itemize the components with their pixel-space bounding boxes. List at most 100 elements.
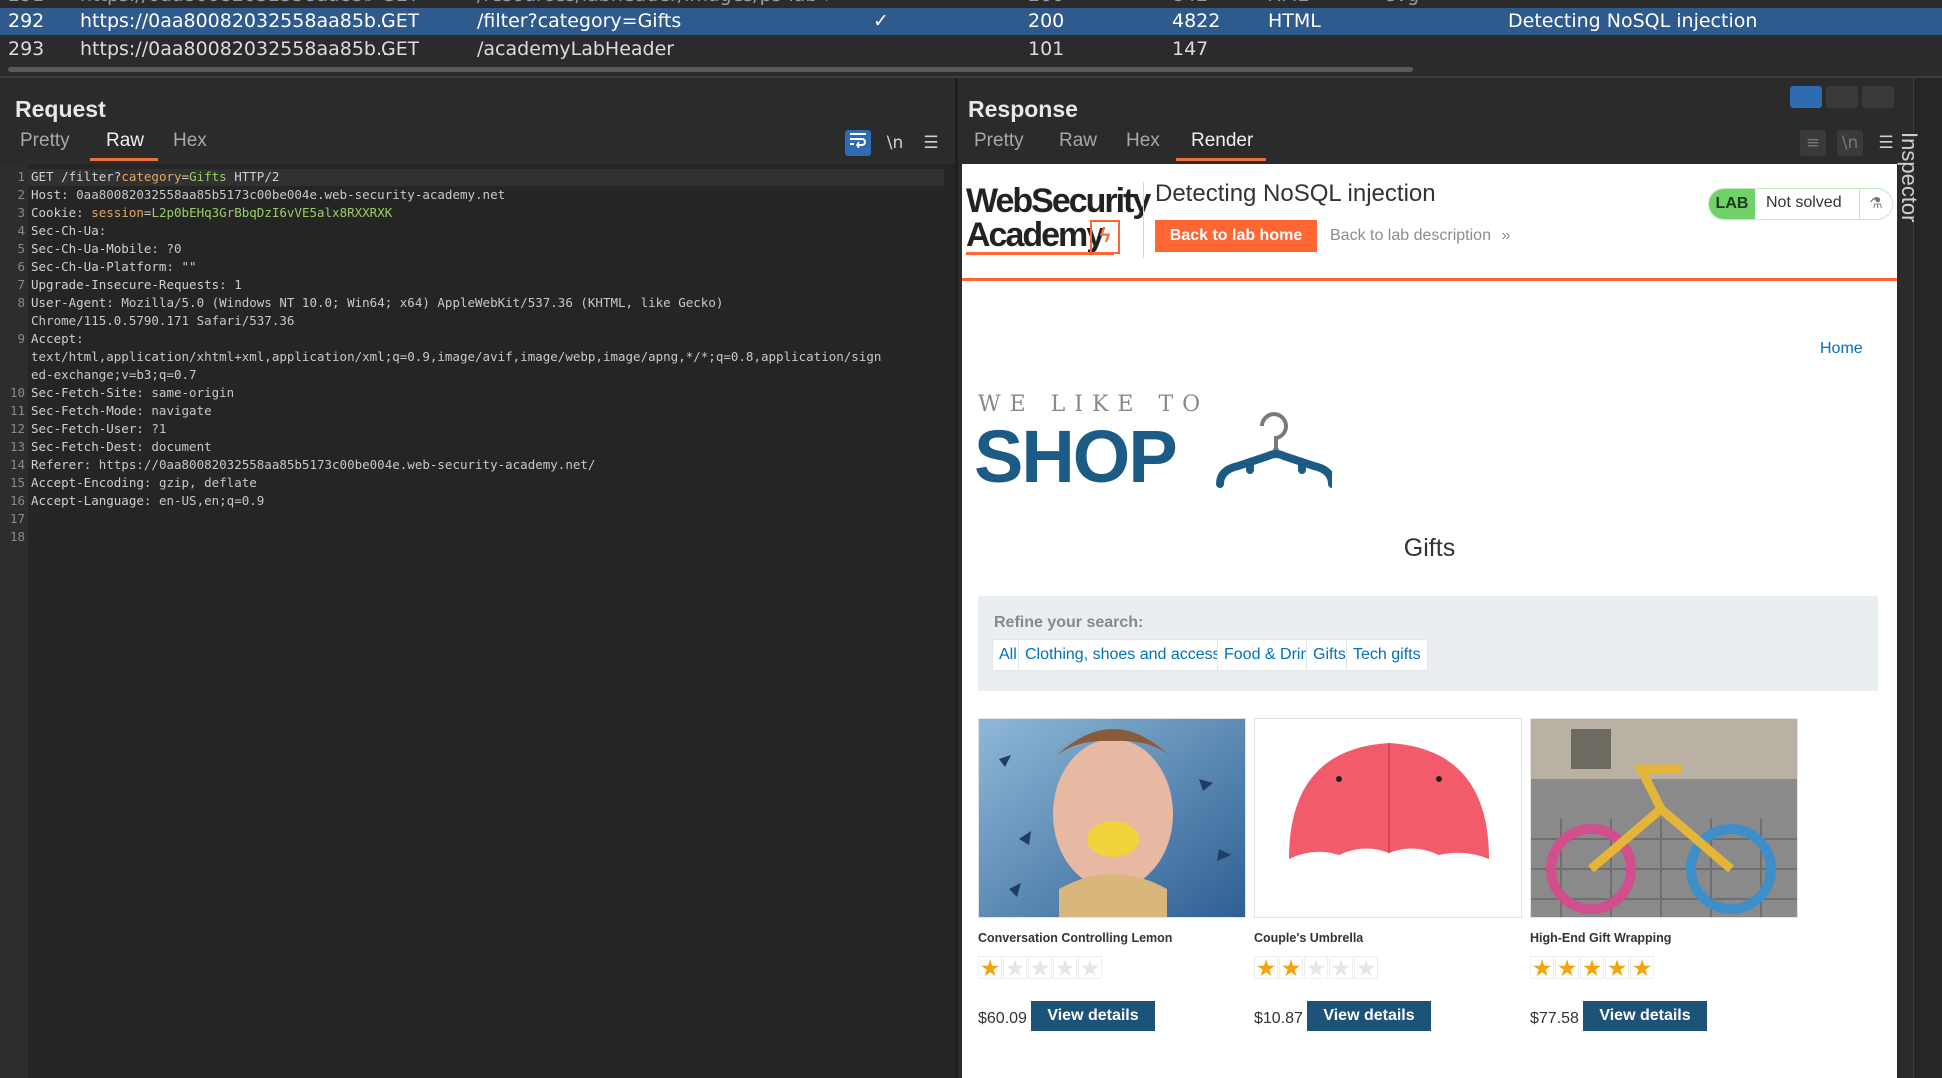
tab-raw[interactable]: Raw xyxy=(1059,130,1097,152)
view-details-button[interactable]: View details xyxy=(1307,1001,1431,1031)
wrap-icon[interactable]: ≡ xyxy=(1800,130,1826,156)
request-token: : navigate xyxy=(136,403,212,418)
request-line: Upgrade-Insecure-Requests: 1 xyxy=(31,277,242,292)
tab-render[interactable]: Render xyxy=(1191,130,1253,152)
header-divider xyxy=(1143,182,1144,258)
request-line: Referer: https://0aa80082032558aa85b5173… xyxy=(31,457,595,472)
lab-status-text: Not solved xyxy=(1766,194,1842,211)
row-mime: HTML xyxy=(1268,10,1321,32)
request-token: : xyxy=(76,205,92,220)
lab-badge: LAB xyxy=(1709,189,1755,219)
line-number: 3 xyxy=(17,205,25,220)
row-url: https://0aa80082032558aa85b... xyxy=(80,38,395,60)
request-token: Sec-Fetch-User xyxy=(31,421,137,436)
star-rating: ★ ★ ★ ★ ★ xyxy=(978,956,1103,980)
line-number: 5 xyxy=(17,241,25,256)
inspector-sidebar[interactable] xyxy=(1913,78,1942,1078)
star-icon: ★ xyxy=(1078,955,1102,981)
active-tab-indicator xyxy=(1176,158,1266,161)
row-length: 147 xyxy=(1172,38,1209,60)
star-icon: ★ xyxy=(1003,955,1027,981)
row-number: 292 xyxy=(8,10,45,32)
row-title: Detecting NoSQL injection xyxy=(1508,10,1758,32)
line-number: 18 xyxy=(9,529,25,544)
request-token: ed-exchange;v=b3;q=0.7 xyxy=(31,367,197,382)
tab-pretty[interactable]: Pretty xyxy=(20,130,70,152)
view-details-button[interactable]: View details xyxy=(1583,1001,1707,1031)
product-image-gift-wrapping xyxy=(1530,718,1798,918)
line-number: 1 xyxy=(17,169,25,184)
row-status: 101 xyxy=(1028,38,1065,60)
request-token: : ?0 xyxy=(151,241,182,256)
tab-pretty[interactable]: Pretty xyxy=(974,130,1024,152)
request-token: : xyxy=(76,331,84,346)
line-number: 6 xyxy=(17,259,25,274)
star-rating: ★ ★ ★ ★ ★ xyxy=(1530,956,1655,980)
line-number: 17 xyxy=(9,511,25,526)
web-security-academy-logo[interactable]: WebSecurity Academy ϟ xyxy=(966,182,1151,255)
request-editor[interactable]: 1 2 3 4 5 6 7 8 9 10 11 12 13 14 15 16 17 18 GET /filter?… xyxy=(0,164,955,1078)
layout-toggle-group xyxy=(1790,86,1895,110)
request-line: Sec-Ch-Ua-Mobile: ?0 xyxy=(31,241,182,256)
shop-logo-text: SHOP xyxy=(974,415,1178,498)
history-row-293[interactable]: 293 https://0aa80082032558aa85b... GET /… xyxy=(0,36,1942,63)
inspector-tab[interactable]: Inspector xyxy=(1896,132,1922,223)
newline-icon[interactable]: \n xyxy=(882,130,908,156)
filter-tech-gifts[interactable]: Tech gifts xyxy=(1346,639,1428,671)
home-link[interactable]: Home xyxy=(1820,340,1863,358)
refine-label: Refine your search: xyxy=(994,614,1144,631)
request-token: : 1 xyxy=(219,277,242,292)
layout-single-icon[interactable] xyxy=(1862,86,1894,108)
newline-icon[interactable]: \n xyxy=(1837,130,1863,156)
chevron-double-right-icon: » xyxy=(1501,227,1511,244)
request-token: : 0aa80082032558aa85b5173c00be004e.web-s… xyxy=(61,187,506,202)
request-token: Referer xyxy=(31,457,84,472)
request-token: : "" xyxy=(166,259,197,274)
row-status: 200 xyxy=(1028,10,1065,32)
request-token: : document xyxy=(136,439,212,454)
layout-side-by-side-icon[interactable] xyxy=(1790,86,1822,108)
proxy-history-table: 291 https://0aa80082032558aa85b... GET /… xyxy=(0,0,1942,76)
hanger-icon xyxy=(1216,412,1332,488)
view-details-button[interactable]: View details xyxy=(1031,1001,1155,1031)
request-token: : en-US,en;q=0.9 xyxy=(143,493,265,508)
history-horizontal-scrollbar[interactable] xyxy=(0,64,1942,76)
tab-raw[interactable]: Raw xyxy=(106,130,144,152)
scrollbar-thumb[interactable] xyxy=(8,67,1413,72)
request-token: : https://0aa80082032558aa85b5173c00be00… xyxy=(83,457,596,472)
request-token: Upgrade-Insecure-Requests xyxy=(31,277,220,292)
request-token: User-Agent xyxy=(31,295,107,310)
star-icon: ★ xyxy=(1279,955,1303,981)
star-icon: ★ xyxy=(978,955,1002,981)
product-price: $10.87 xyxy=(1254,1010,1303,1027)
request-token: category xyxy=(121,169,182,184)
line-number: 2 xyxy=(17,187,25,202)
request-token: : xyxy=(98,223,107,238)
row-path: /academyLabHeader xyxy=(477,38,675,60)
tab-hex[interactable]: Hex xyxy=(1126,130,1160,152)
back-to-lab-home-button[interactable]: Back to lab home xyxy=(1155,220,1317,252)
request-line: Sec-Fetch-Site: same-origin xyxy=(31,385,234,400)
back-to-lab-description-link[interactable]: Back to lab description » xyxy=(1330,227,1510,245)
row-url: https://0aa80082032558aa85b... xyxy=(80,10,395,32)
request-title: Request xyxy=(15,96,106,122)
request-token: Sec-Fetch-Site xyxy=(31,385,137,400)
request-token: HTTP/2 xyxy=(226,169,280,184)
tab-hex[interactable]: Hex xyxy=(173,130,207,152)
line-number: 15 xyxy=(9,475,25,490)
row-number: 293 xyxy=(8,38,45,60)
wrap-icon[interactable] xyxy=(845,130,871,156)
request-line: Chrome/115.0.5790.171 Safari/537.36 xyxy=(31,313,294,328)
row-path: /filter?category=Gifts xyxy=(477,10,682,32)
request-token: : same-origin xyxy=(136,385,235,400)
star-icon: ★ xyxy=(1354,955,1378,981)
request-line: Sec-Fetch-Dest: document xyxy=(31,439,212,454)
request-token: : ?1 xyxy=(136,421,167,436)
menu-icon[interactable]: ☰ xyxy=(918,130,944,156)
request-token: Accept-Encoding xyxy=(31,475,144,490)
history-row-292[interactable]: 292 https://0aa80082032558aa85b... GET /… xyxy=(0,8,1942,35)
request-token: L2p0bEHq3GrBbqDzI6vVE5alx8RXXRXK xyxy=(151,205,393,220)
line-number: 7 xyxy=(17,277,25,292)
layout-stacked-icon[interactable] xyxy=(1826,86,1858,108)
category-title: Gifts xyxy=(1403,534,1456,562)
